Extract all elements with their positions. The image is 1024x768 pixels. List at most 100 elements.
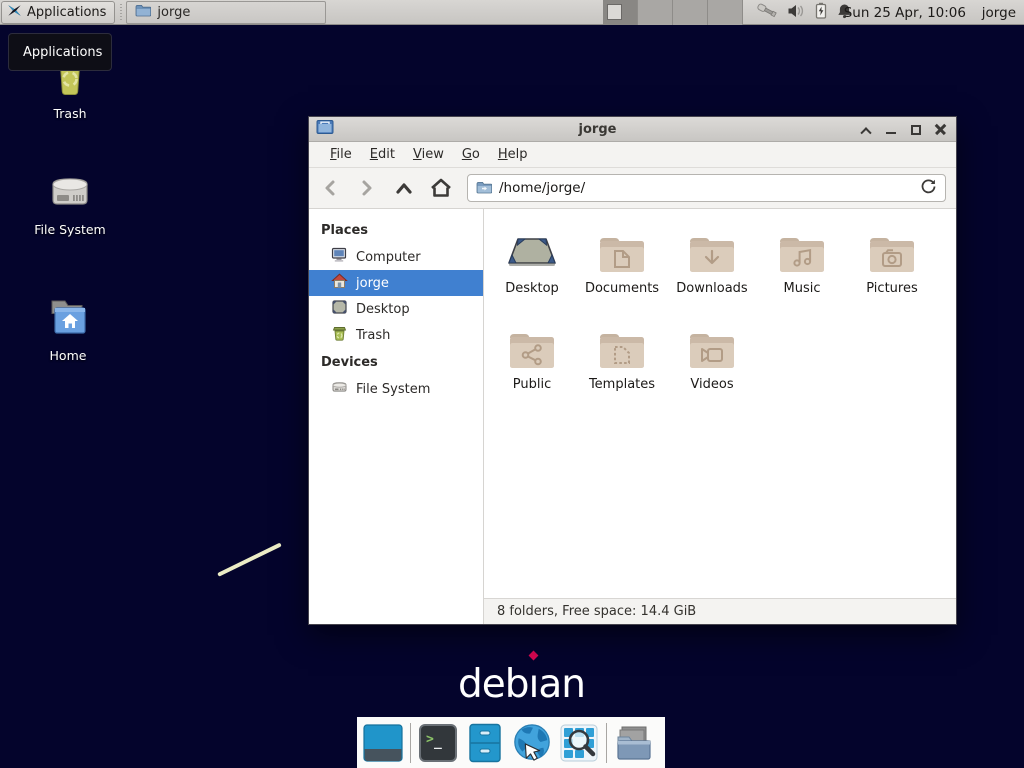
- back-button[interactable]: [319, 176, 341, 200]
- desktop-icon-label: File System: [34, 222, 106, 237]
- workspace-2[interactable]: [638, 0, 673, 25]
- file-item-desktop[interactable]: Desktop: [487, 222, 577, 318]
- window-folder-icon: [316, 119, 334, 139]
- menu-go[interactable]: Go: [455, 147, 487, 162]
- menu-help[interactable]: Help: [491, 147, 535, 162]
- sidebar-item-trash[interactable]: Trash: [309, 322, 483, 348]
- file-item-downloads[interactable]: Downloads: [667, 222, 757, 318]
- videos-folder-icon: [689, 318, 735, 370]
- desktop-icon: [331, 299, 348, 319]
- menu-view[interactable]: View: [406, 147, 451, 162]
- panel-handle[interactable]: [118, 4, 123, 21]
- taskbar-window-button[interactable]: jorge: [126, 1, 326, 24]
- window-controls: [859, 117, 947, 142]
- applications-menu-button[interactable]: Applications: [1, 1, 115, 24]
- file-item-videos[interactable]: Videos: [667, 318, 757, 414]
- workspace-4[interactable]: [708, 0, 743, 25]
- sidebar-header-places: Places: [309, 216, 483, 244]
- file-item-label: Pictures: [866, 281, 917, 296]
- window-body: Places Computer: [309, 209, 956, 624]
- desktop-icon-file-system[interactable]: File System: [22, 170, 118, 237]
- wallpaper-swoosh: [217, 543, 282, 577]
- application-finder-button[interactable]: [559, 723, 599, 763]
- sidebar-item-jorge[interactable]: jorge: [309, 270, 483, 296]
- computer-icon: [331, 247, 348, 267]
- file-manager-button[interactable]: [465, 723, 505, 763]
- file-item-label: Desktop: [505, 281, 559, 296]
- svg-text:>: >: [426, 732, 434, 747]
- menu-edit[interactable]: Edit: [363, 147, 402, 162]
- svg-text:_: _: [434, 735, 442, 750]
- volume-icon[interactable]: [787, 3, 805, 23]
- address-input[interactable]: /home/jorge/: [499, 180, 913, 196]
- sidebar-item-label: File System: [356, 382, 430, 397]
- menu-bar: File Edit View Go Help: [309, 142, 956, 168]
- reload-icon[interactable]: [920, 178, 937, 199]
- folder-icon: [135, 4, 151, 21]
- maximize-button[interactable]: [909, 123, 922, 136]
- file-item-documents[interactable]: Documents: [577, 222, 667, 318]
- up-button[interactable]: [393, 176, 415, 200]
- terminal-button[interactable]: > _: [418, 723, 458, 763]
- folder-shortcut-button[interactable]: [614, 723, 654, 763]
- bottom-dock: > _: [357, 717, 665, 768]
- documents-folder-icon: [599, 222, 645, 274]
- minimize-button[interactable]: [884, 123, 897, 136]
- file-item-label: Videos: [690, 377, 733, 392]
- workspace-1[interactable]: [603, 0, 638, 25]
- file-item-templates[interactable]: Templates: [577, 318, 667, 414]
- sidebar-item-desktop[interactable]: Desktop: [309, 296, 483, 322]
- workspace-window-thumb: [607, 4, 622, 20]
- workspace-3[interactable]: [673, 0, 708, 25]
- file-item-pictures[interactable]: Pictures: [847, 222, 937, 318]
- settings-tool-icon[interactable]: [756, 2, 778, 24]
- file-item-label: Music: [784, 281, 821, 296]
- window-title: jorge: [339, 122, 856, 137]
- address-folder-icon: [476, 179, 492, 198]
- file-item-label: Documents: [585, 281, 659, 296]
- music-folder-icon: [779, 222, 825, 274]
- file-item-music[interactable]: Music: [757, 222, 847, 318]
- hard-drive-icon: [47, 170, 93, 218]
- drive-icon: [331, 379, 348, 399]
- sidebar-item-label: Computer: [356, 250, 421, 265]
- window-titlebar[interactable]: jorge: [309, 117, 956, 142]
- shade-button[interactable]: [859, 123, 872, 136]
- sidebar-item-label: Desktop: [356, 302, 410, 317]
- applications-tooltip: Applications: [8, 33, 112, 71]
- dock-separator: [410, 723, 411, 763]
- top-panel: Applications jorge: [0, 0, 1024, 25]
- file-item-label: Templates: [589, 377, 655, 392]
- show-desktop-button[interactable]: [363, 723, 403, 763]
- home-folder-icon: [45, 296, 91, 344]
- debian-logo-diamond: [528, 651, 538, 661]
- sidebar-item-computer[interactable]: Computer: [309, 244, 483, 270]
- pictures-folder-icon: [869, 222, 915, 274]
- desktop-folder-icon: [506, 222, 558, 274]
- web-browser-button[interactable]: [512, 723, 552, 763]
- taskbar-window-label: jorge: [157, 5, 190, 20]
- panel-username[interactable]: jorge: [982, 0, 1016, 25]
- templates-folder-icon: [599, 318, 645, 370]
- desktop-icon-home[interactable]: Home: [20, 296, 116, 363]
- file-item-public[interactable]: Public: [487, 318, 577, 414]
- file-manager-window: jorge File Edit View Go Help: [308, 116, 957, 625]
- file-view: Desktop Documents: [484, 209, 956, 624]
- sidebar-header-devices: Devices: [309, 348, 483, 376]
- applications-menu-icon: [6, 2, 23, 23]
- downloads-folder-icon: [689, 222, 735, 274]
- sidebar-item-label: Trash: [356, 328, 390, 343]
- sidebar-item-file-system[interactable]: File System: [309, 376, 483, 402]
- status-text: 8 folders, Free space: 14.4 GiB: [497, 604, 696, 619]
- close-button[interactable]: [934, 123, 947, 136]
- address-bar[interactable]: /home/jorge/: [467, 174, 946, 202]
- home-icon: [331, 273, 348, 293]
- forward-button[interactable]: [356, 176, 378, 200]
- menu-file[interactable]: File: [323, 147, 359, 162]
- panel-clock[interactable]: Sun 25 Apr, 10:06: [844, 0, 966, 25]
- battery-icon[interactable]: [814, 2, 828, 23]
- desktop-icon-label: Home: [50, 348, 87, 363]
- debian-logo: debıan: [458, 662, 585, 707]
- public-folder-icon: [509, 318, 555, 370]
- home-button[interactable]: [430, 176, 452, 200]
